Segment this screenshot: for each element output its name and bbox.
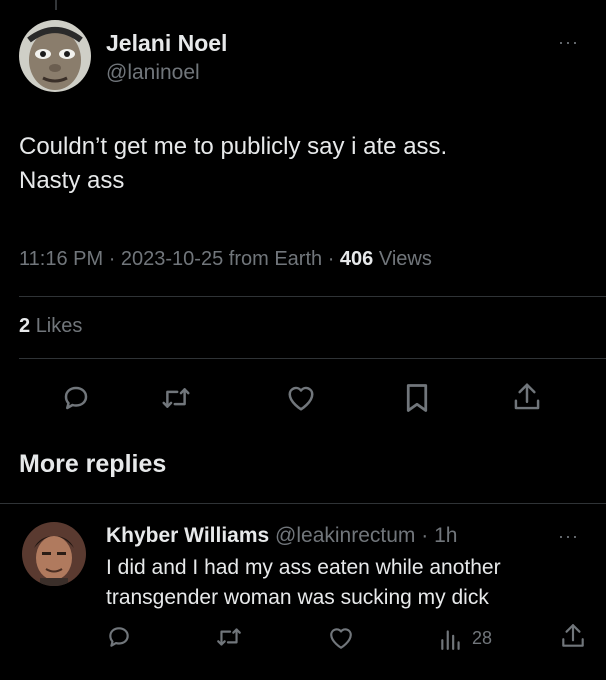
retweet-icon[interactable] [160, 383, 192, 413]
tweet-meta: 11:16 PM · 2023-10-25 from Earth · 406 V… [19, 248, 432, 271]
tweet-text: Couldn’t get me to publicly say i ate as… [19, 130, 579, 198]
divider [19, 296, 606, 297]
views-icon[interactable] [438, 626, 464, 650]
divider [0, 503, 606, 504]
likes-count: 2 [19, 315, 31, 337]
reply-author-handle[interactable]: @leakinrectum [275, 524, 415, 547]
reply-avatar[interactable] [22, 522, 86, 586]
avatar[interactable] [19, 20, 91, 92]
more-replies-heading: More replies [19, 450, 167, 478]
divider [19, 358, 606, 359]
more-options-icon[interactable]: ··· [558, 32, 579, 53]
separator-dot: · [108, 248, 121, 270]
reply-text: I did and I had my ass eaten while anoth… [106, 556, 501, 609]
share-icon[interactable] [512, 381, 542, 413]
share-icon[interactable] [560, 622, 586, 650]
reply-icon[interactable] [106, 624, 132, 650]
tweet-time[interactable]: 11:16 PM [19, 248, 103, 270]
like-icon[interactable] [286, 384, 316, 412]
reply-more-options-icon[interactable]: ··· [558, 526, 579, 547]
retweet-icon[interactable] [215, 624, 243, 650]
views-label: Views [378, 248, 432, 270]
tweet-date[interactable]: 2023-10-25 [121, 248, 223, 270]
tweet-source: from Earth [228, 248, 323, 270]
reply-views-count: 28 [472, 628, 493, 648]
separator-dot: · [327, 248, 340, 270]
views-count: 406 [339, 248, 374, 270]
bookmark-icon[interactable] [404, 383, 430, 413]
reply-icon[interactable] [61, 383, 91, 413]
like-icon[interactable] [328, 626, 354, 650]
reply-header: Khyber Williams @leakinrectum · 1h [106, 524, 457, 548]
reply-author-name[interactable]: Khyber Williams [106, 524, 269, 547]
reply-age[interactable]: 1h [434, 524, 457, 547]
author-handle[interactable]: @laninoel [106, 61, 200, 85]
likes-label: Likes [35, 315, 83, 337]
tweet-text-line: Nasty ass [19, 167, 125, 194]
tweet-text-line: Couldn’t get me to publicly say i ate as… [19, 133, 448, 160]
likes-summary[interactable]: 2 Likes [19, 315, 82, 338]
separator-dot: · [415, 524, 435, 547]
author-name[interactable]: Jelani Noel [106, 30, 227, 57]
thread-connector [55, 0, 57, 10]
